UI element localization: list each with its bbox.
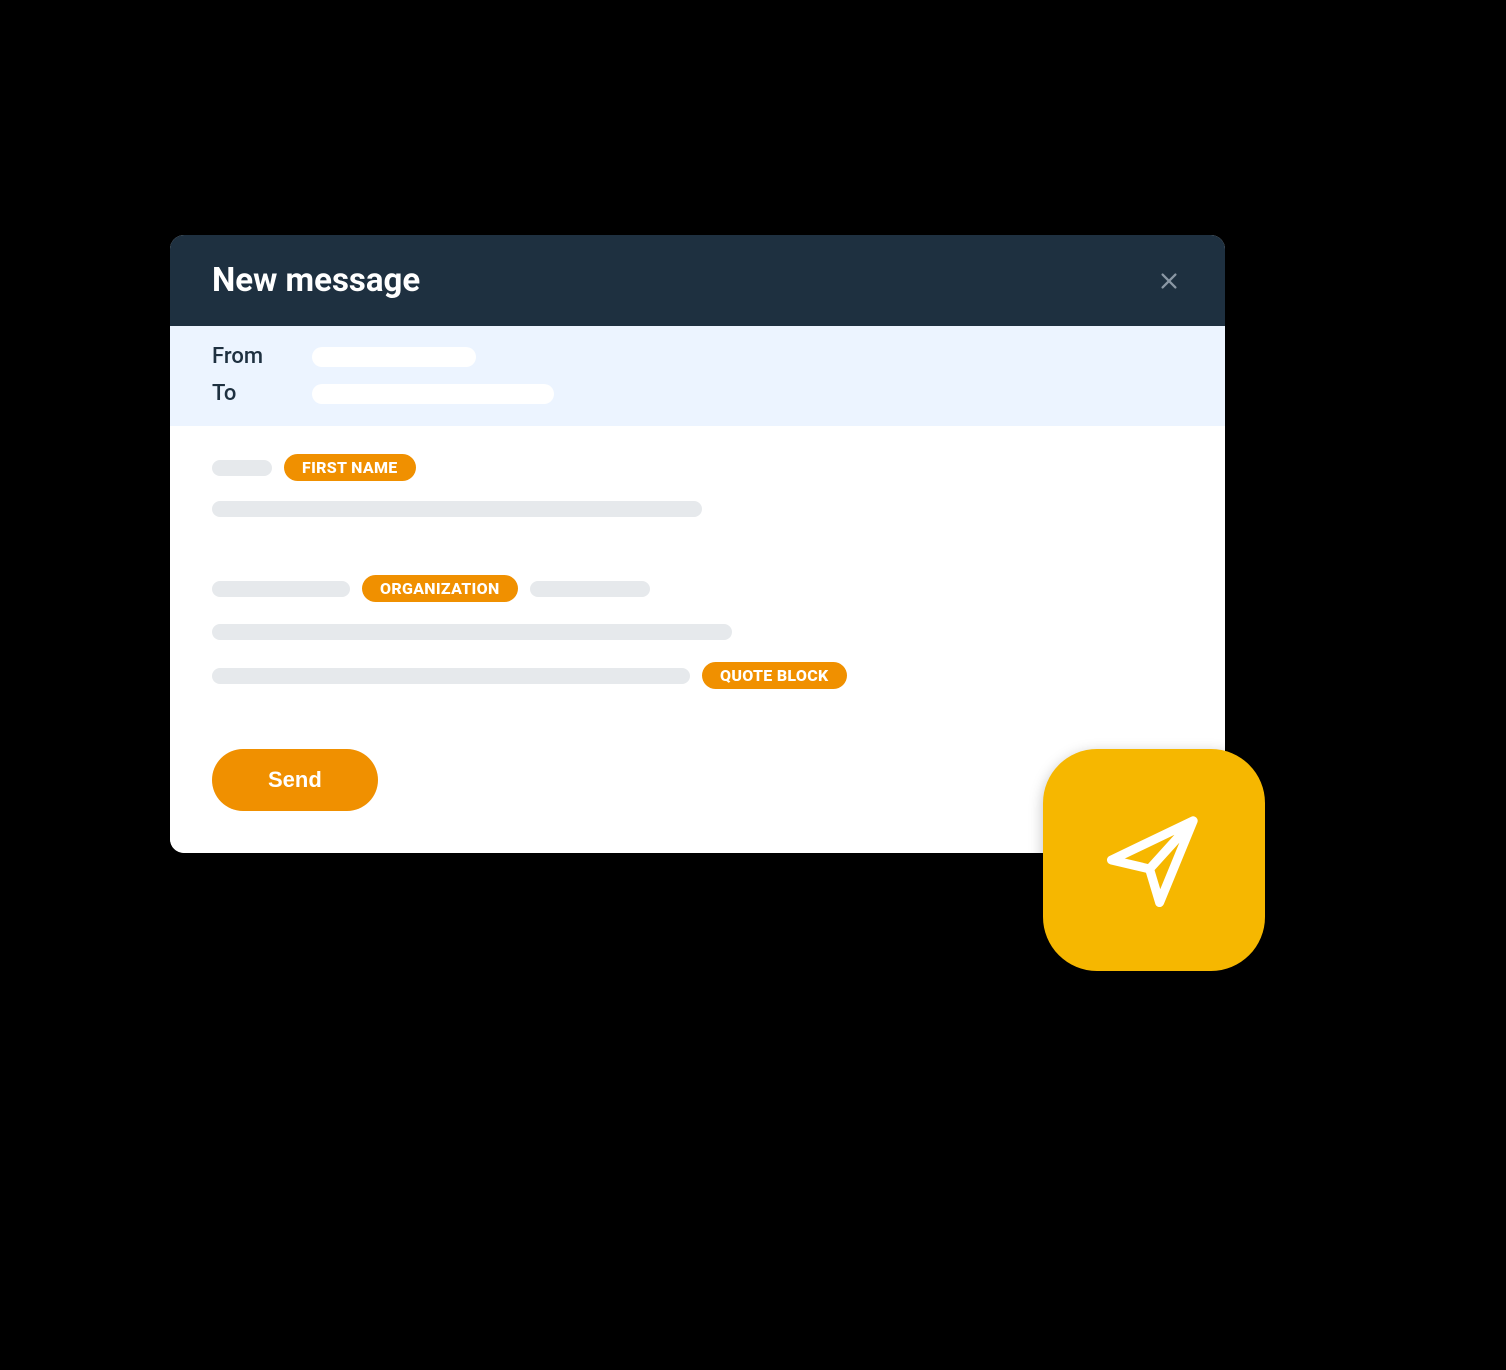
compose-dialog: New message From To FIRST NAME ORGANI [170, 235, 1225, 853]
body-line-3: ORGANIZATION [212, 575, 1183, 602]
paper-plane-icon [1098, 804, 1210, 916]
from-input[interactable] [312, 347, 476, 367]
body-line-2 [212, 501, 1183, 517]
text-placeholder [212, 460, 272, 476]
dialog-header: New message [170, 235, 1225, 326]
from-row: From [212, 344, 1183, 369]
send-fab[interactable] [1043, 749, 1265, 971]
to-input[interactable] [312, 384, 554, 404]
to-row: To [212, 381, 1183, 406]
text-placeholder [212, 668, 690, 684]
text-placeholder [530, 581, 650, 597]
merge-chip-quote-block[interactable]: QUOTE BLOCK [702, 662, 847, 689]
text-placeholder [212, 501, 702, 517]
body-line-5: QUOTE BLOCK [212, 662, 1183, 689]
close-icon [1158, 270, 1180, 292]
to-label: To [212, 381, 312, 406]
text-placeholder [212, 581, 350, 597]
merge-chip-first-name[interactable]: FIRST NAME [284, 454, 416, 481]
dialog-title: New message [212, 261, 420, 300]
body-line-1: FIRST NAME [212, 454, 1183, 481]
close-button[interactable] [1155, 267, 1183, 295]
from-label: From [212, 344, 312, 369]
text-placeholder [212, 624, 732, 640]
address-block: From To [170, 326, 1225, 426]
body-line-4 [212, 624, 1183, 640]
merge-chip-organization[interactable]: ORGANIZATION [362, 575, 518, 602]
send-button[interactable]: Send [212, 749, 378, 811]
